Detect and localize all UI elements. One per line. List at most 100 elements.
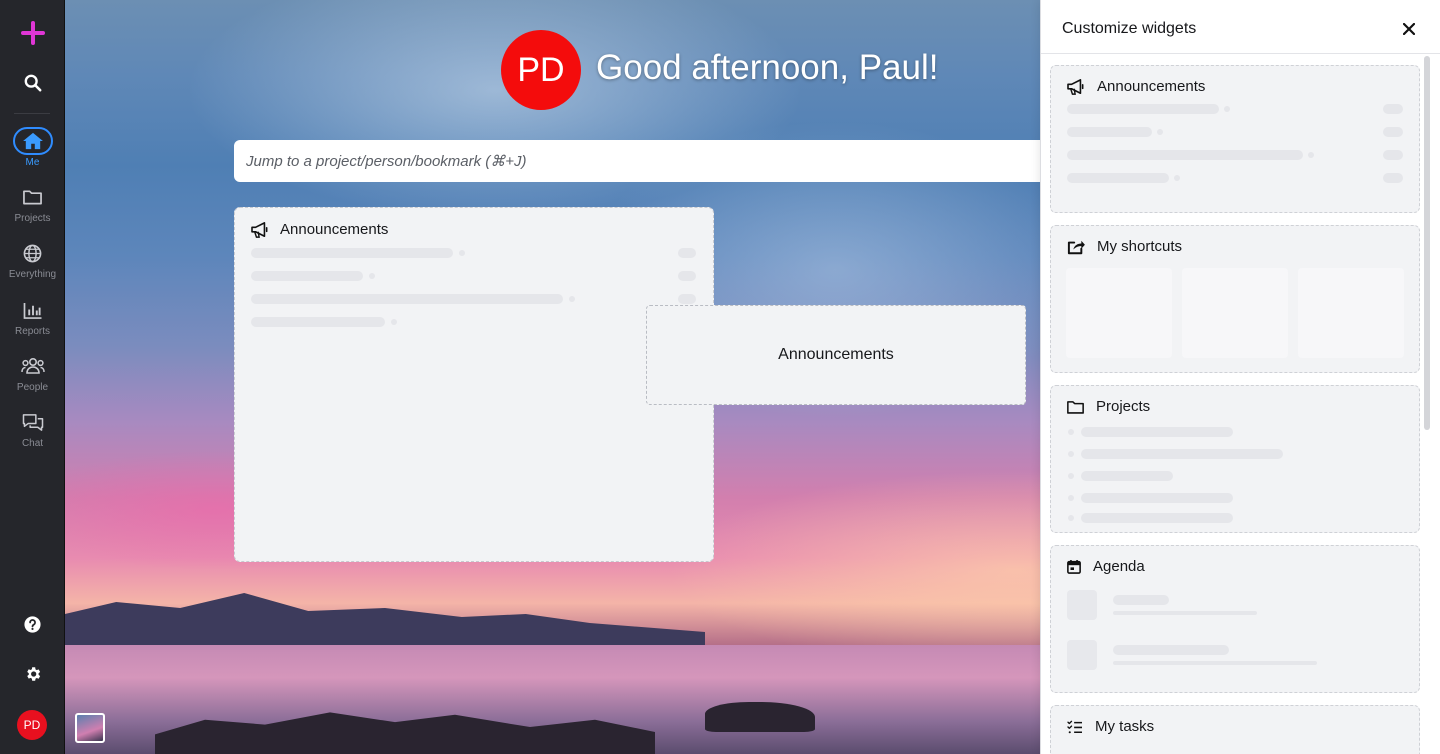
close-icon [1403, 23, 1415, 35]
skeleton-dot [1174, 175, 1180, 181]
add-button[interactable] [0, 14, 65, 52]
megaphone-icon [251, 221, 268, 238]
user-avatar[interactable]: PD [17, 710, 47, 740]
panel-title: Customize widgets [1062, 20, 1197, 37]
scrollbar[interactable] [1424, 56, 1430, 430]
jump-search-input[interactable]: Jump to a project/person/bookmark (⌘+J) [234, 140, 1054, 182]
help-button[interactable] [0, 607, 65, 641]
people-icon [20, 357, 45, 374]
skeleton-dot [1068, 429, 1074, 435]
skeleton-line [1113, 595, 1169, 605]
widget-card-title: Projects [1096, 398, 1151, 415]
skeleton-line [1113, 611, 1257, 615]
skeleton-line [1383, 150, 1403, 160]
nav-item-projects[interactable]: Projects [0, 182, 65, 234]
nav-label: Me [25, 157, 40, 168]
shortcut-placeholder [1066, 268, 1172, 358]
skeleton-dot [1068, 451, 1074, 457]
drag-preview-label: Announcements [778, 346, 894, 363]
customize-widgets-panel: Customize widgets Announcements My short… [1040, 0, 1440, 754]
widget-card-title: Agenda [1093, 558, 1145, 575]
shortcut-placeholder [1298, 268, 1404, 358]
nav-item-chat[interactable]: Chat [0, 407, 65, 459]
widget-card-title: My shortcuts [1097, 238, 1183, 255]
folder-icon [23, 190, 42, 205]
nav-item-people[interactable]: People [0, 351, 65, 403]
chat-icon [22, 413, 43, 431]
skeleton-line [1383, 104, 1403, 114]
nav-item-everything[interactable]: Everything [0, 238, 65, 290]
search-icon [24, 74, 41, 92]
page-title: Good afternoon, Paul! [596, 48, 939, 87]
sidebar-divider [14, 113, 50, 114]
skeleton-line [1067, 173, 1169, 183]
skeleton-line [678, 271, 696, 281]
skeleton-line [678, 248, 696, 258]
skeleton-line [1113, 661, 1317, 665]
home-icon [22, 132, 43, 150]
skeleton-square [1067, 640, 1097, 670]
skeleton-dot [391, 319, 397, 325]
globe-icon [23, 244, 42, 262]
skeleton-dot [459, 250, 465, 256]
drag-preview[interactable]: Announcements [646, 305, 1026, 405]
nav-label: Everything [8, 269, 57, 280]
tasks-icon [1067, 720, 1082, 733]
skeleton-dot [569, 296, 575, 302]
widget-card-title: Announcements [1097, 78, 1206, 95]
widget-card-agenda[interactable]: Agenda [1050, 545, 1420, 693]
skeleton-dot [1224, 106, 1230, 112]
search-placeholder: Jump to a project/person/bookmark (⌘+J) [246, 153, 527, 170]
skeleton-line [1081, 471, 1173, 481]
skeleton-line [251, 248, 453, 258]
widget-title: Announcements [280, 221, 389, 238]
widget-card-my-shortcuts[interactable]: My shortcuts [1050, 225, 1420, 373]
shortcut-placeholder [1182, 268, 1288, 358]
skeleton-line [1081, 493, 1233, 503]
skeleton-line [1113, 645, 1229, 655]
nav-label: Chat [21, 438, 44, 449]
nav-item-reports[interactable]: Reports [0, 295, 65, 347]
bar-chart-icon [23, 302, 41, 319]
panel-header: Customize widgets [1041, 0, 1440, 54]
settings-button[interactable] [0, 657, 65, 691]
nav-item-me[interactable]: Me [0, 126, 65, 178]
skeleton-line [1383, 127, 1403, 137]
skeleton-line [1067, 104, 1219, 114]
nav-label: People [16, 382, 49, 393]
skeleton-square [1067, 590, 1097, 620]
plus-icon [20, 21, 45, 45]
widget-card-announcements[interactable]: Announcements [1050, 65, 1420, 213]
skeleton-dot [1068, 473, 1074, 479]
skeleton-line [251, 317, 385, 327]
skeleton-line [1067, 127, 1152, 137]
widget-card-my-tasks[interactable]: My tasks [1050, 705, 1420, 754]
nav-label: Reports [14, 326, 50, 337]
widget-card-title: My tasks [1095, 718, 1155, 735]
skeleton-line [1081, 449, 1283, 459]
background-picker-button[interactable] [75, 713, 105, 743]
gear-icon [26, 667, 40, 681]
help-icon [24, 615, 41, 633]
calendar-icon [1067, 559, 1081, 574]
widget-card-projects[interactable]: Projects [1050, 385, 1420, 533]
skeleton-line [251, 294, 563, 304]
skeleton-line [678, 294, 696, 304]
skeleton-dot [1068, 495, 1074, 501]
skeleton-line [1081, 427, 1233, 437]
folder-icon [1067, 400, 1084, 414]
skeleton-line [251, 271, 363, 281]
close-button[interactable] [1398, 18, 1420, 40]
announcements-widget[interactable]: Announcements [234, 207, 714, 562]
avatar: PD [501, 30, 581, 110]
share-icon [1067, 240, 1085, 254]
skeleton-dot [1308, 152, 1314, 158]
search-button[interactable] [0, 66, 65, 100]
skeleton-line [1067, 150, 1303, 160]
skeleton-dot [1157, 129, 1163, 135]
megaphone-icon [1067, 78, 1084, 95]
skeleton-dot [369, 273, 375, 279]
skeleton-dot [1068, 515, 1074, 521]
nav-label: Projects [14, 213, 51, 224]
sidebar: Me Projects Everything Reports People Ch… [0, 0, 65, 754]
